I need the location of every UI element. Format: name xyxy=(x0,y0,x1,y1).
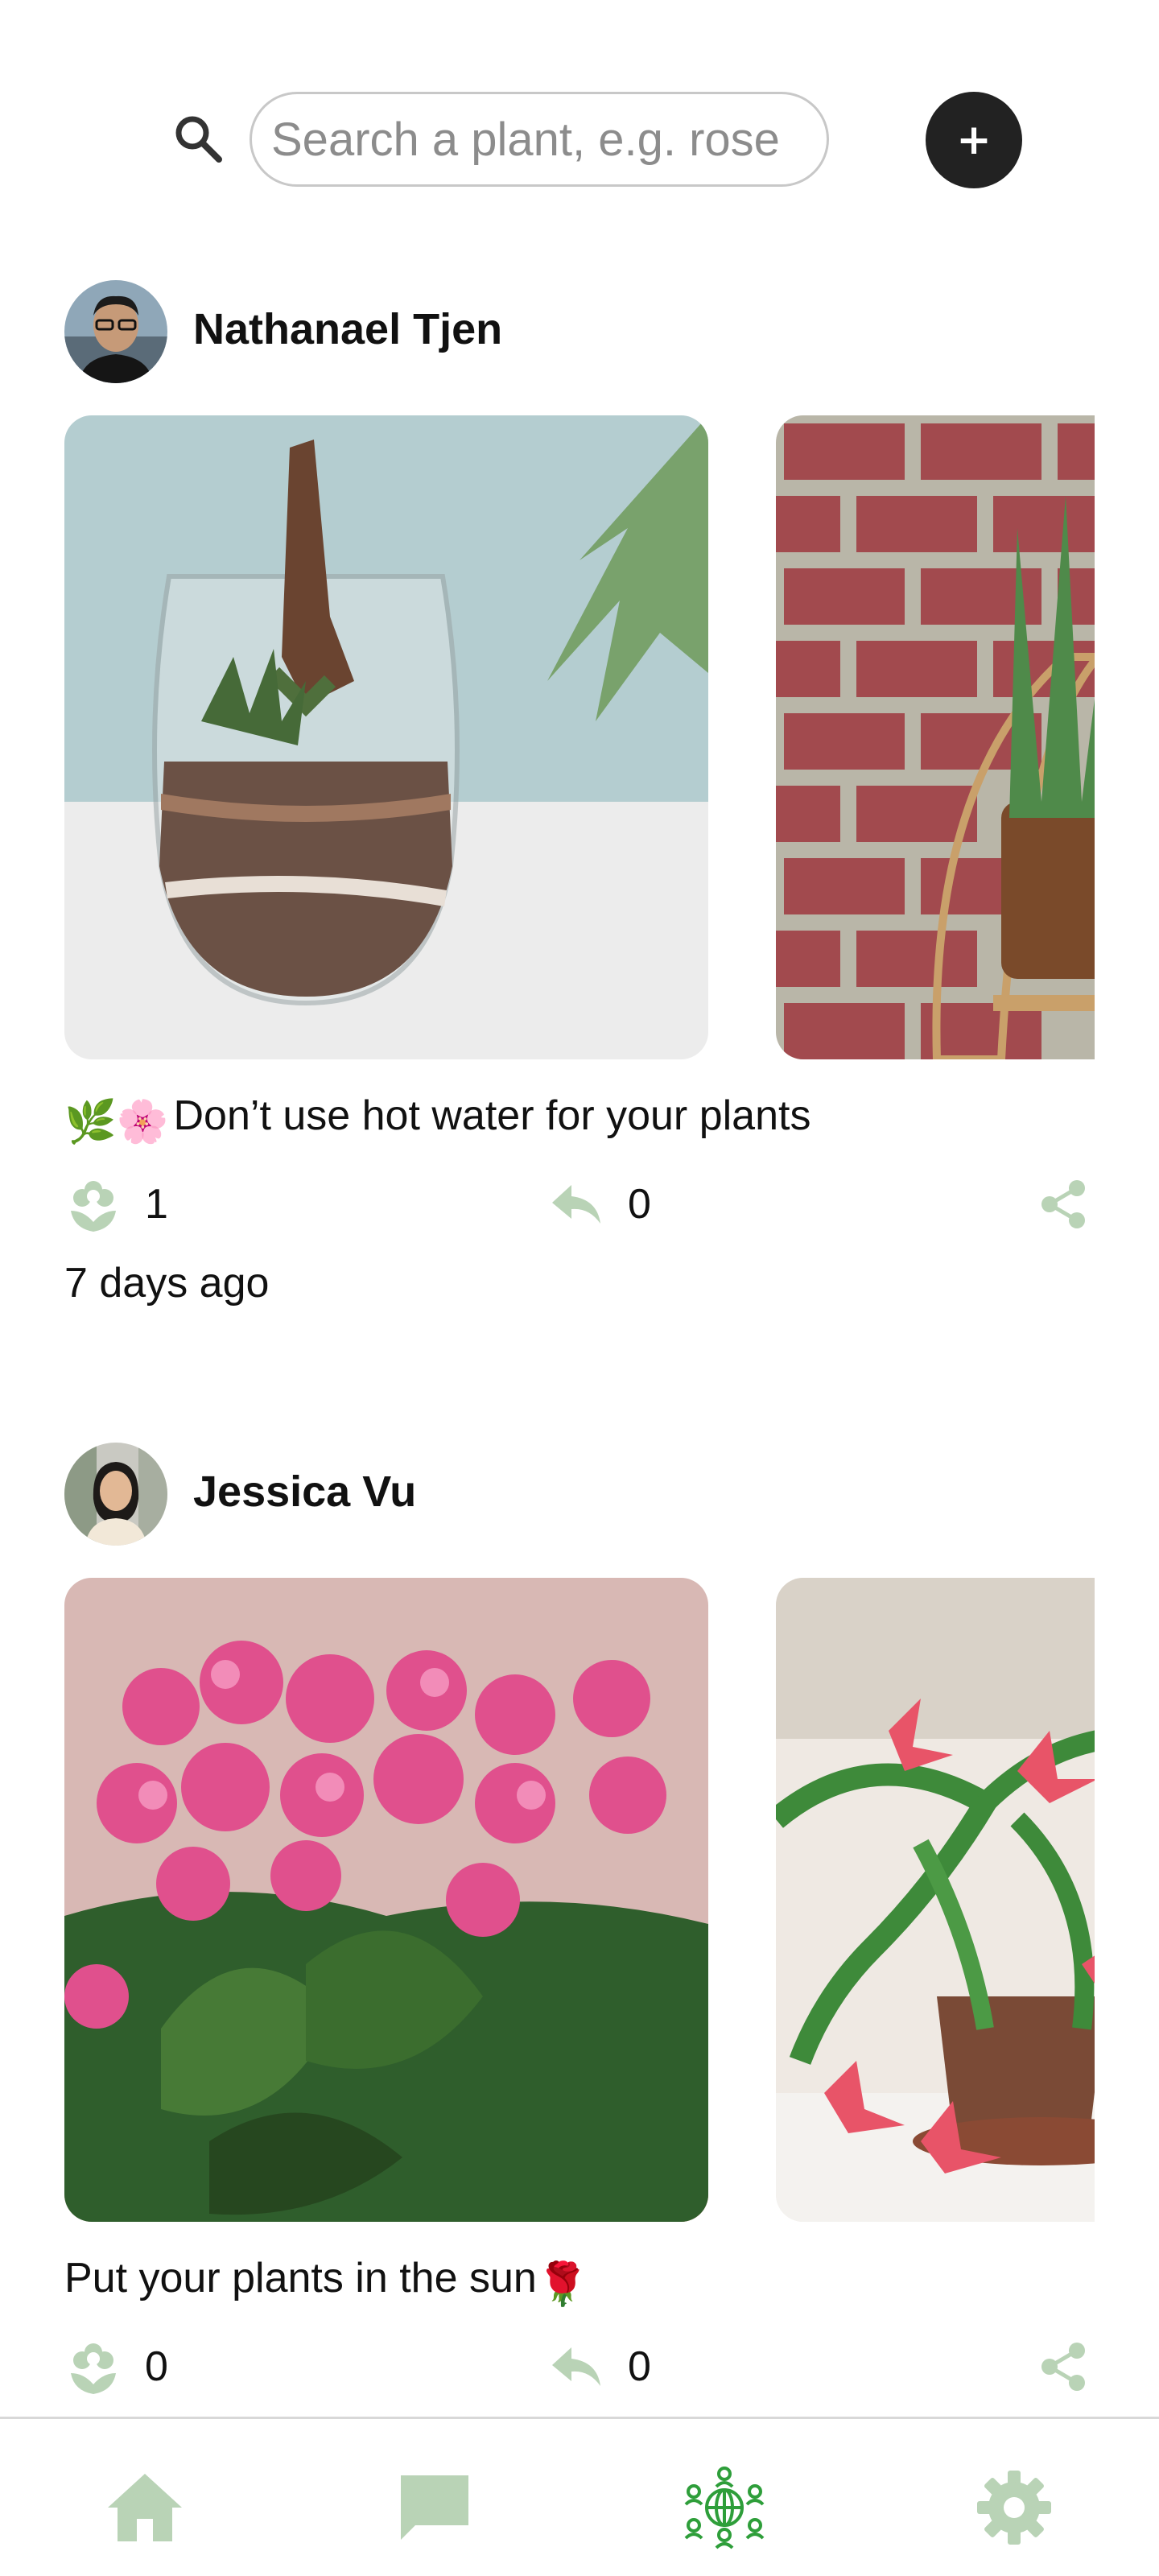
christmas-cactus-photo[interactable] xyxy=(776,1578,1095,2222)
nav-home[interactable] xyxy=(97,2467,193,2548)
like-count: 1 xyxy=(145,1181,168,1228)
plant-like-icon[interactable] xyxy=(68,2338,119,2396)
post-actions: 1 0 xyxy=(64,1172,1095,1236)
post-actions: 0 0 xyxy=(64,2334,1095,2399)
post-caption: Put your plants in the sun🌹 xyxy=(64,2254,594,2309)
add-post-button[interactable]: + xyxy=(926,92,1022,188)
home-icon xyxy=(108,2474,182,2541)
caption-emojis: 🌿🌸 xyxy=(64,1099,169,1146)
nav-chat[interactable] xyxy=(386,2467,483,2548)
photo-carousel[interactable] xyxy=(64,415,1095,1059)
caption-emojis: 🌹 xyxy=(536,2261,589,2308)
author-name[interactable]: Jessica Vu xyxy=(193,1467,416,1517)
reply-icon[interactable] xyxy=(551,2346,602,2388)
share-icon[interactable] xyxy=(1038,2341,1090,2392)
search-icon[interactable] xyxy=(172,113,224,164)
post-timestamp: 7 days ago xyxy=(64,1260,270,1307)
reply-count: 0 xyxy=(628,1181,651,1228)
app-screen: + Nathanael Tjen xyxy=(0,0,1159,2576)
like-count: 0 xyxy=(145,2343,168,2390)
photo-carousel[interactable] xyxy=(64,1578,1095,2222)
pink-kalanchoe-photo[interactable] xyxy=(64,1578,708,2222)
nav-settings[interactable] xyxy=(966,2467,1062,2548)
nav-community[interactable] xyxy=(676,2467,773,2549)
share-icon[interactable] xyxy=(1038,1179,1090,1230)
bottom-nav xyxy=(0,2417,1159,2576)
chat-icon xyxy=(401,2475,468,2540)
post-header: Nathanael Tjen xyxy=(64,280,1030,383)
community-globe-icon xyxy=(684,2467,765,2549)
reply-icon[interactable] xyxy=(551,1183,602,1225)
reply-count: 0 xyxy=(628,2343,651,2390)
caption-text: Don’t use hot water for your plants xyxy=(173,1092,811,1139)
post-header: Jessica Vu xyxy=(64,1443,1030,1546)
terrarium-photo[interactable] xyxy=(64,415,708,1059)
avatar[interactable] xyxy=(64,280,167,383)
caption-text: Put your plants in the sun xyxy=(64,2255,537,2301)
avatar[interactable] xyxy=(64,1443,167,1546)
plant-like-icon[interactable] xyxy=(68,1175,119,1233)
post-caption: 🌿🌸 Don’t use hot water for your plants xyxy=(64,1092,810,1146)
gear-icon xyxy=(977,2471,1051,2545)
search-input[interactable] xyxy=(250,92,829,187)
aloe-on-brick-wall-photo[interactable] xyxy=(776,415,1095,1059)
author-name[interactable]: Nathanael Tjen xyxy=(193,304,502,354)
